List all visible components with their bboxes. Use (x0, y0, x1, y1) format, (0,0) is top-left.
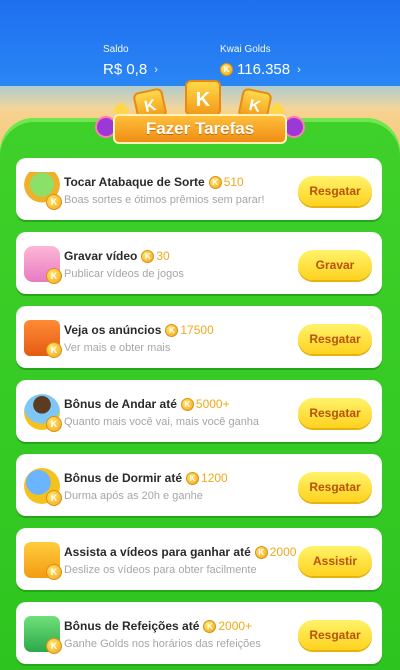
task-title: Veja os anúncios (64, 323, 162, 337)
kwai-coin-icon: K (165, 323, 179, 337)
task-action-button[interactable]: Resgatar (298, 176, 372, 206)
video-camera-icon: K (24, 542, 62, 580)
task-description: Quanto mais você vai, mais você ganha (64, 416, 260, 428)
task-card: K Bônus de Dormir até K 1200 Durma após … (16, 454, 382, 516)
kwai-coin-icon: K (46, 194, 62, 210)
task-card: K Assista a vídeos para ganhar até K 200… (16, 528, 382, 590)
kwai-coin-icon: K (46, 268, 62, 284)
tv-icon: K (24, 320, 62, 358)
task-reward: 2000+ (218, 619, 253, 633)
task-reward: 2000 (269, 545, 297, 559)
tasks-banner: K K K Fazer Tarefas (95, 80, 305, 148)
task-description: Deslize os vídeos para obter facilmente (64, 564, 257, 576)
record-video-icon: K (24, 246, 62, 284)
task-card: K Veja os anúncios K 17500 Ver mais e ob… (16, 306, 382, 368)
kwai-coin-icon: K (220, 63, 233, 76)
task-action-button[interactable]: Resgatar (298, 472, 372, 502)
task-title: Bônus de Dormir até (64, 471, 183, 485)
kwai-coin-icon: K (254, 545, 268, 559)
task-action-button[interactable]: Assistir (298, 546, 372, 576)
meal-icon: K (24, 616, 62, 654)
task-description: Durma após as 20h e ganhe (64, 490, 203, 502)
top-bar: Saldo R$ 0,8 › Kwai Golds K 116.358 › (0, 0, 400, 86)
task-reward: 1200 (201, 471, 228, 485)
kwai-coin-icon: K (46, 490, 62, 506)
task-description: Publicar vídeos de jogos (64, 268, 184, 280)
task-reward: 30 (156, 249, 170, 263)
task-card: K Bônus de Refeições até K 2000+ Ganhe G… (16, 602, 382, 664)
kwai-coin-icon: K (141, 249, 155, 263)
task-description: Boas sortes e ótimos prêmios sem parar! (64, 194, 265, 206)
task-title: Bônus de Andar até (64, 397, 177, 411)
chevron-right-icon: › (297, 63, 301, 76)
task-reward: 17500 (180, 323, 214, 337)
task-action-button[interactable]: Resgatar (298, 324, 372, 354)
task-title: Bônus de Refeições até (64, 619, 200, 633)
task-reward: 510 (223, 175, 244, 189)
task-title: Gravar vídeo (64, 249, 138, 263)
kwai-coin-icon: K (46, 564, 62, 580)
drum-icon: K (24, 172, 62, 210)
kwai-coin-icon: K (180, 397, 194, 411)
task-card: K Bônus de Andar até K 5000+ Quanto mais… (16, 380, 382, 442)
balance-label: Saldo (103, 44, 129, 55)
task-card: K Gravar vídeo K 30 Publicar vídeos de j… (16, 232, 382, 294)
kwai-coin-icon: K (203, 619, 217, 633)
task-reward: 5000+ (195, 397, 230, 411)
task-title: Tocar Atabaque de Sorte (64, 175, 205, 189)
task-card: K Tocar Atabaque de Sorte K 510 Boas sor… (16, 158, 382, 220)
kwai-coin-icon: K (186, 471, 200, 485)
kwai-coin-icon: K (46, 416, 62, 432)
task-title: Assista a vídeos para ganhar até (64, 545, 251, 559)
kwai-coin-icon: K (46, 342, 62, 358)
task-list: K Tocar Atabaque de Sorte K 510 Boas sor… (16, 158, 382, 670)
golds-stat[interactable]: Kwai Golds K 116.358 › (220, 44, 301, 78)
balance-stat[interactable]: Saldo R$ 0,8 › (103, 44, 158, 78)
golds-value: 116.358 (237, 61, 291, 78)
sleep-icon: K (24, 468, 62, 506)
task-action-button[interactable]: Resgatar (298, 398, 372, 428)
chevron-right-icon: › (154, 63, 158, 76)
k-block-icon: K (185, 80, 221, 116)
task-action-button[interactable]: Resgatar (298, 620, 372, 650)
walking-person-icon: K (24, 394, 62, 432)
golds-label: Kwai Golds (220, 44, 271, 55)
balance-value: R$ 0,8 (103, 61, 148, 78)
task-description: Ver mais e obter mais (64, 342, 171, 354)
task-description: Ganhe Golds nos horários das refeições (64, 638, 261, 650)
task-action-button[interactable]: Gravar (298, 250, 372, 280)
banner-title: Fazer Tarefas (113, 114, 287, 144)
kwai-coin-icon: K (46, 638, 62, 654)
kwai-coin-icon: K (208, 175, 222, 189)
